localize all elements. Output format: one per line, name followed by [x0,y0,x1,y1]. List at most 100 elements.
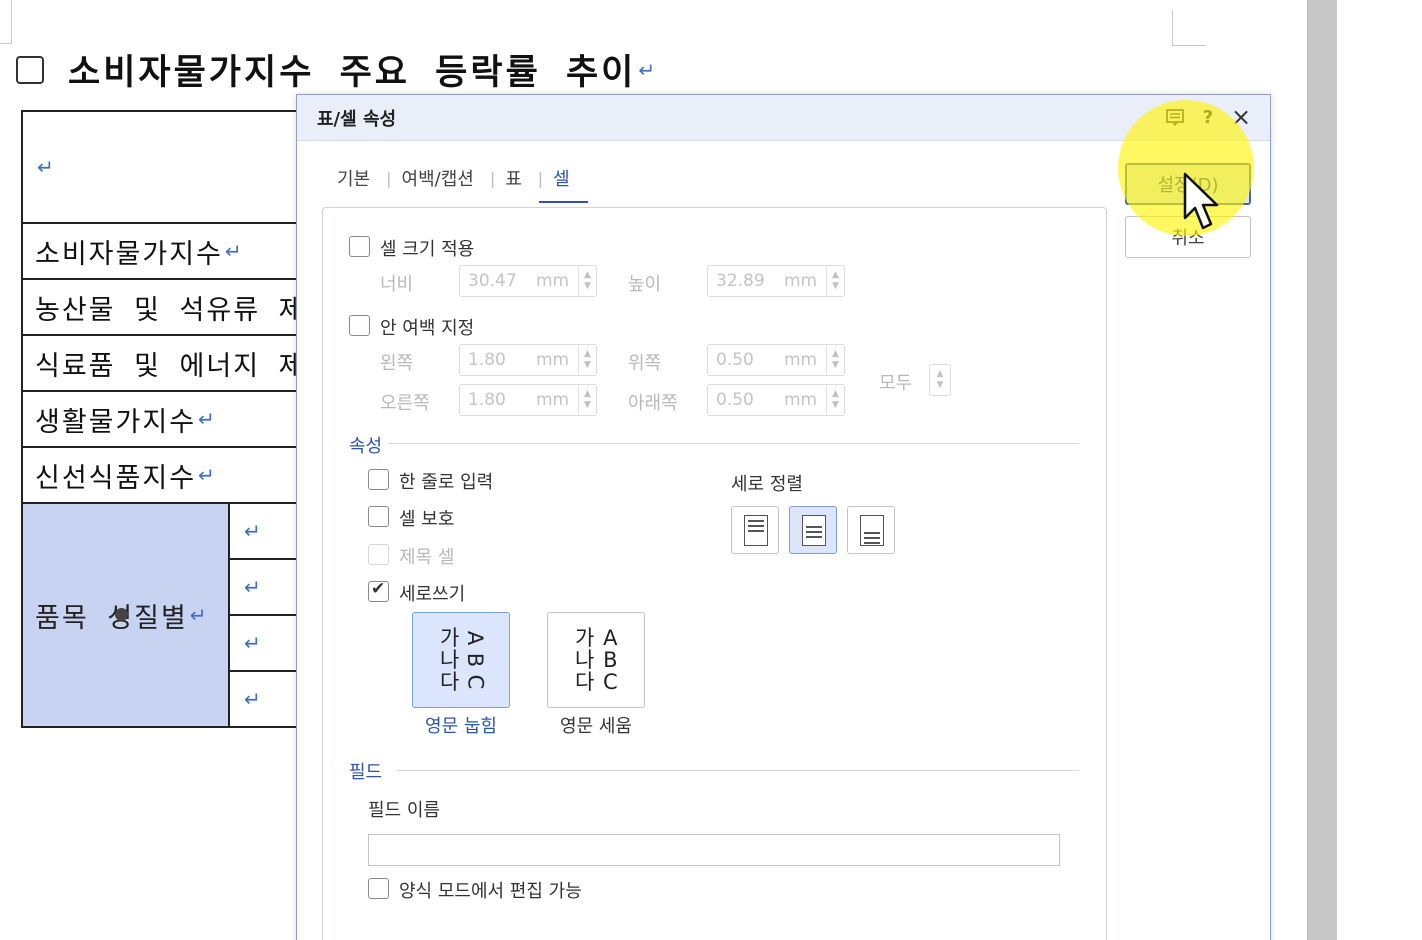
bottom-margin-label: 아래쪽 [628,393,678,414]
sample-char: C [603,670,618,694]
document-table: ↵ 소비자물가지수 ↵ 농산물 및 석유류 제 식료품 및 에너지 제 생활물가… [21,110,321,728]
protect-cell-label: 셀 보호 [399,509,455,530]
table-cell-text: 농산물 및 석유류 제 [35,294,306,326]
properties-section-title: 속성 [349,436,383,457]
width-label: 너비 [380,274,414,295]
top-margin-spinner[interactable]: 0.50 mm ▲ ▼ [707,344,845,376]
section-divider [389,443,1079,444]
latin-rotated-option[interactable]: 가 나 다 A B C [412,612,510,708]
single-line-label: 한 줄로 입력 [399,472,494,493]
paragraph-mark-icon: ↵ [638,57,656,82]
tab-separator: | [537,168,544,188]
sample-char: A [463,630,488,646]
paragraph-mark-icon: ↵ [244,631,261,655]
latin-upright-option[interactable]: 가 나 다 A B C [547,612,645,708]
sample-char: 나 [575,648,595,672]
cancel-button[interactable]: 취소 [1125,216,1251,258]
table-row[interactable]: 식료품 및 에너지 제 [23,336,321,392]
tab-basic[interactable]: 기본 [337,165,376,203]
align-lines [748,520,764,535]
table-cell-text: 식료품 및 에너지 제 [35,350,306,382]
spinner-arrows-icon[interactable]: ▲ ▼ [826,385,844,415]
help-button[interactable]: ? [1194,103,1222,131]
table-cell-text: 신선식품지수 [35,462,197,494]
crop-mark [0,0,12,44]
hangul-sample: 가 나 다 [575,627,594,693]
top-margin-label: 위쪽 [628,353,662,374]
height-value: 32.89 [716,271,765,291]
field-name-label: 필드 이름 [368,800,440,821]
form-mode-editable-checkbox[interactable] [368,878,389,899]
left-margin-spinner[interactable]: 1.80 mm ▲ ▼ [459,344,597,376]
vertical-writing-checkbox[interactable] [368,579,389,602]
spinner-arrows-icon[interactable]: ▲ ▼ [826,266,844,296]
spinner-arrows-icon[interactable]: ▲ ▼ [826,345,844,375]
right-margin-unit: mm [536,390,570,410]
sample-char: 다 [440,670,460,694]
heading-text[interactable]: 소비자물가지수 주요 등락률 추이 [68,44,636,95]
all-margins-label: 모두 [879,373,913,394]
sample-char: 가 [440,626,460,650]
hangul-sample: 가 나 다 [440,627,459,693]
inner-margin-checkbox[interactable] [349,315,370,336]
sample-char: B [603,648,618,672]
table-row[interactable]: ↵ [23,112,321,224]
latin-upright-sample: A B C [603,627,618,693]
align-bottom-button[interactable] [847,506,895,554]
field-name-input[interactable] [368,834,1060,866]
table-cell-text: 생활물가지수 [35,406,197,438]
left-margin-label: 왼쪽 [380,353,414,374]
cell-size-label: 셀 크기 적용 [380,239,475,260]
title-cell-checkbox[interactable] [368,544,389,565]
right-margin-value: 1.80 [468,390,506,410]
tab-separator: | [386,168,392,188]
latin-rotated-label: 영문 눕힘 [425,716,497,737]
inner-margin-label: 안 여백 지정 [380,318,475,339]
dialog-title-bar[interactable]: 표/셀 속성 ? × [297,95,1270,141]
align-lines [806,526,822,541]
heading-bullet-box [16,55,44,84]
vertical-scrollbar[interactable] [1307,0,1337,940]
bottom-margin-value: 0.50 [716,390,754,410]
table-row[interactable]: 농산물 및 석유류 제 [23,280,321,336]
spinner-arrows-icon[interactable]: ▲ ▼ [578,385,596,415]
table-cell-text: 품목 성질별 [35,602,188,634]
width-spinner[interactable]: 30.47 mm ▲ ▼ [459,265,597,297]
sample-char: B [463,652,488,668]
spinner-arrows-icon[interactable]: ▲ ▼ [578,266,596,296]
sample-char: C [463,674,488,690]
sample-char: 가 [575,626,595,650]
width-unit: mm [536,271,570,291]
ok-button[interactable]: 설정(D) [1125,163,1251,205]
protect-cell-checkbox[interactable] [368,506,389,527]
table-row[interactable]: 신선식품지수 ↵ [23,448,321,504]
cell-size-checkbox[interactable] [349,236,370,257]
align-top-button[interactable] [731,506,779,554]
all-margins-spinner[interactable]: ▲ ▼ [929,364,951,396]
tab-table[interactable]: 표 [505,165,528,203]
tab-margin-caption[interactable]: 여백/캡션 [402,165,480,203]
height-label: 높이 [628,274,662,295]
height-spinner[interactable]: 32.89 mm ▲ ▼ [707,265,845,297]
left-margin-value: 1.80 [468,350,506,370]
tab-cell[interactable]: 셀 [539,165,588,203]
table-row[interactable]: 생활물가지수 ↵ [23,392,321,448]
single-line-checkbox[interactable] [368,469,389,490]
memo-icon[interactable] [1161,103,1189,131]
table-cell-properties-dialog: 표/셀 속성 ? × 기본 | 여백/캡션 | 표 | 셀 셀 크기 적용 너비… [296,94,1271,940]
paragraph-mark-icon: ↵ [198,407,217,431]
height-unit: mm [784,271,818,291]
vertical-writing-label: 세로쓰기 [399,584,466,605]
table-cell-text: 소비자물가지수 [35,238,223,270]
right-margin-spinner[interactable]: 1.80 mm ▲ ▼ [459,384,597,416]
close-button[interactable]: × [1227,103,1255,131]
screen: 소비자물가지수 주요 등락률 추이 ↵ ↵ 소비자물가지수 ↵ 농산물 및 석유… [0,0,1422,940]
align-middle-button[interactable] [789,506,837,554]
table-row[interactable]: 소비자물가지수 ↵ [23,224,321,280]
merged-table-row: 품목 성질별 ↵ ↵ ↵ ↵ ↵ [23,504,321,728]
selected-merged-cell[interactable]: 품목 성질별 ↵ [23,504,230,726]
spinner-arrows-icon[interactable]: ▲ ▼ [578,345,596,375]
crop-mark [1172,10,1206,46]
bottom-margin-spinner[interactable]: 0.50 mm ▲ ▼ [707,384,845,416]
sample-char: 다 [575,670,595,694]
